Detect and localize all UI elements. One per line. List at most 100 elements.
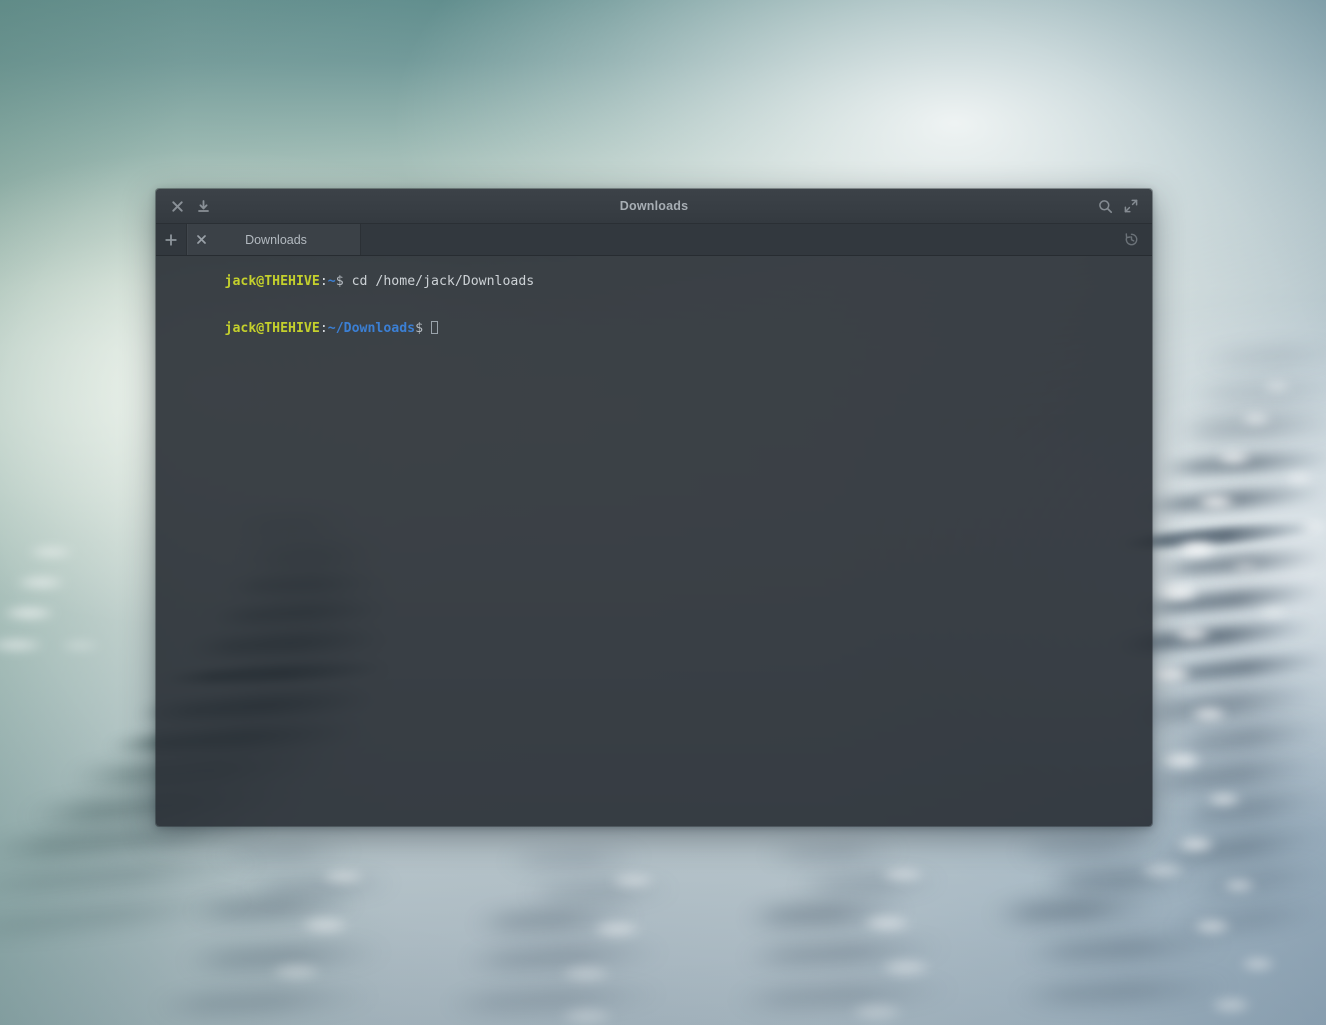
wallpaper-key-streak (149, 985, 381, 1017)
wallpaper-key-highlight (1156, 584, 1200, 601)
wallpaper-key-streak (1163, 898, 1326, 940)
download-icon[interactable] (190, 194, 216, 218)
wallpaper-key-highlight (16, 576, 66, 589)
wallpaper-key-streak (1131, 581, 1326, 619)
wallpaper-key-streak (1169, 788, 1326, 828)
terminal-command: cd /home/jack/Downloads (343, 274, 535, 290)
wallpaper-key-highlight (1262, 380, 1292, 393)
wallpaper-key-highlight (1196, 494, 1236, 510)
wallpaper-key-streak (459, 942, 671, 971)
wallpaper-key-highlight (1190, 706, 1228, 722)
prompt-dollar: $ (415, 320, 424, 336)
tab-downloads[interactable]: Downloads (187, 224, 361, 255)
wallpaper-key-streak (1149, 548, 1326, 579)
wallpaper-key-streak (0, 852, 271, 899)
prompt-user: jack@THEHIVE (224, 274, 320, 290)
wallpaper-key-streak (519, 881, 679, 902)
wallpaper-key-highlight (1222, 878, 1256, 893)
wallpaper-key-streak (0, 889, 261, 943)
titlebar-right-controls (1092, 194, 1144, 218)
wallpaper-key-streak (239, 875, 401, 896)
tab-bar-right-controls (1119, 224, 1152, 255)
wallpaper-key-highlight (862, 914, 912, 932)
wallpaper-key-streak (1137, 483, 1326, 516)
wallpaper-key-streak (439, 983, 671, 1015)
wallpaper-key-streak (1185, 381, 1326, 405)
wallpaper-key-streak (1009, 975, 1241, 1007)
wallpaper-key-streak (1159, 719, 1326, 757)
wallpaper-key-highlight (1140, 862, 1186, 879)
wallpaper-key-highlight (610, 872, 656, 889)
wallpaper-key-highlight (1160, 752, 1202, 769)
close-icon[interactable] (164, 194, 190, 218)
wallpaper-key-streak (1171, 414, 1326, 440)
wallpaper-key-highlight (0, 638, 44, 652)
wallpaper-key-highlight (1240, 412, 1272, 426)
wallpaper-key-highlight (300, 916, 350, 934)
wallpaper-key-highlight (592, 920, 642, 938)
wallpaper-key-highlight (2, 606, 56, 620)
wallpaper-key-streak (729, 979, 961, 1011)
wallpaper-key-streak (789, 873, 947, 894)
terminal-line: jack@THEHIVE:~$ cd /home/jack/Downloads (161, 259, 1152, 305)
tab-close-icon[interactable] (188, 235, 214, 244)
wallpaper-key-streak (1155, 449, 1326, 478)
wallpaper-key-highlight (1284, 472, 1314, 485)
wallpaper-key-streak (1151, 825, 1326, 869)
wallpaper-key-streak (1195, 346, 1326, 367)
wallpaper-key-streak (1141, 754, 1326, 795)
prompt-path: ~ (327, 274, 336, 290)
terminal-command (423, 321, 431, 336)
terminal-cursor (431, 320, 439, 334)
tab-bar-empty-area[interactable] (361, 224, 1119, 255)
terminal-window[interactable]: Downloads Downloads jack@THEHIVE:~$ cd /… (156, 189, 1152, 826)
wallpaper-key-streak (499, 849, 651, 869)
wallpaper-key-streak (469, 907, 643, 932)
wallpaper-key-highlight (1216, 450, 1252, 465)
window-titlebar[interactable]: Downloads (156, 189, 1152, 224)
window-title: Downloads (619, 199, 689, 213)
wallpaper-key-streak (741, 901, 913, 927)
wallpaper-key-highlight (60, 640, 100, 651)
wallpaper-key-highlight (28, 546, 74, 558)
search-icon[interactable] (1092, 194, 1118, 218)
wallpaper-key-highlight (320, 868, 366, 885)
wallpaper-key-highlight (1192, 918, 1232, 935)
wallpaper-key-streak (179, 942, 391, 971)
prompt-dollar: $ (335, 274, 344, 290)
prompt-path: ~/Downloads (327, 320, 416, 336)
wallpaper-key-highlight (560, 964, 612, 983)
wallpaper-key-highlight (1258, 606, 1288, 619)
prompt-colon: : (319, 320, 328, 336)
wallpaper-key-highlight (880, 866, 926, 883)
wallpaper-key-streak (1181, 861, 1326, 900)
wallpaper-key-highlight (1230, 560, 1260, 573)
wallpaper-key-highlight (850, 1002, 904, 1022)
wallpaper-key-highlight (1206, 792, 1242, 807)
wallpaper-key-highlight (1176, 836, 1216, 853)
terminal-output[interactable]: jack@THEHIVE:~$ cd /home/jack/Downloads … (156, 256, 1152, 826)
prompt-colon: : (319, 274, 328, 290)
wallpaper-key-streak (989, 897, 1167, 923)
wallpaper-key-streak (209, 843, 361, 863)
wallpaper-key-streak (1149, 650, 1326, 686)
wallpaper-key-highlight (1300, 520, 1326, 533)
wallpaper-key-streak (1009, 839, 1161, 859)
wallpaper-key-streak (739, 938, 951, 967)
wallpaper-key-highlight (880, 958, 932, 977)
wallpaper-key-streak (759, 843, 909, 863)
history-icon[interactable] (1119, 228, 1143, 252)
wallpaper-key-highlight (1148, 666, 1192, 683)
prompt-user: jack@THEHIVE (224, 320, 320, 336)
wallpaper-key-streak (187, 895, 364, 920)
wallpaper-key-highlight (560, 1006, 614, 1025)
tab-bar: Downloads (156, 224, 1152, 256)
tab-label: Downloads (245, 232, 307, 247)
wallpaper-key-streak (1129, 684, 1326, 725)
wallpaper-key-highlight (1172, 626, 1212, 642)
wallpaper-key-highlight (1210, 996, 1252, 1014)
new-tab-button[interactable] (156, 224, 187, 255)
wallpaper-key-highlight (1176, 540, 1218, 557)
wallpaper-key-streak (1039, 869, 1201, 890)
maximize-icon[interactable] (1118, 194, 1144, 218)
